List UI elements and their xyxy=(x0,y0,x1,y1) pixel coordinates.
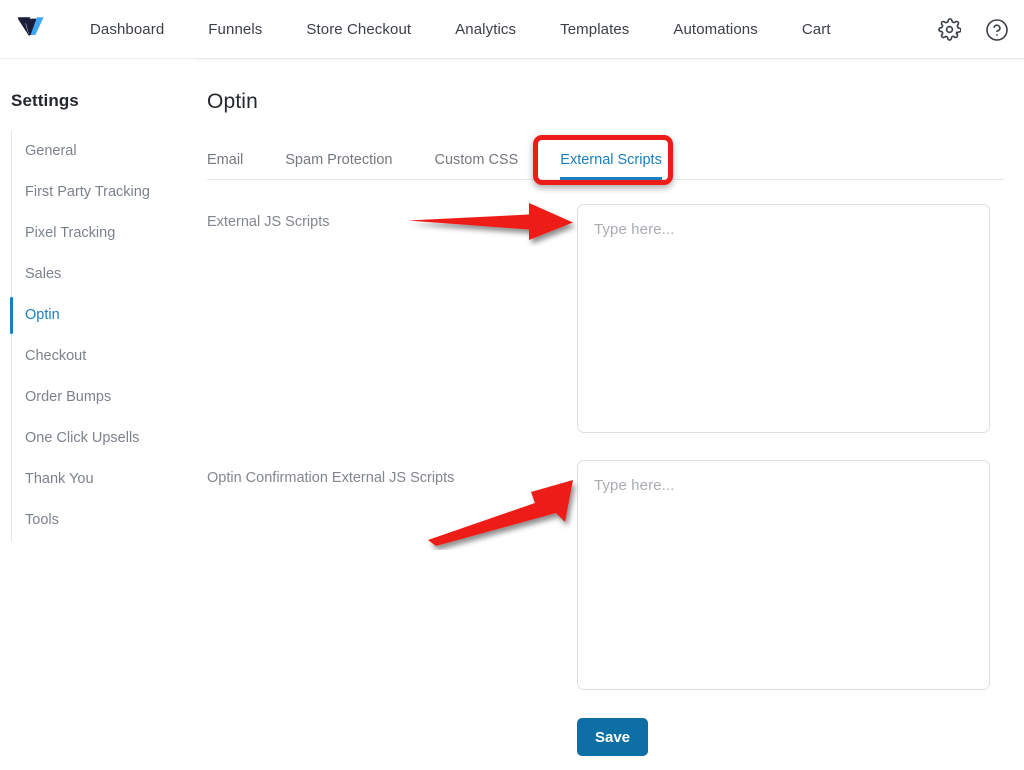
sidebar-item-label: Checkout xyxy=(25,348,86,364)
nav-item-cart[interactable]: Cart xyxy=(780,0,853,59)
sidebar-item-label: Sales xyxy=(25,266,61,282)
tab-external-scripts[interactable]: External Scripts xyxy=(560,152,662,179)
sidebar-item-general[interactable]: General xyxy=(12,131,196,172)
settings-tab-bar: Email Spam Protection Custom CSS Externa… xyxy=(207,142,1004,180)
save-button[interactable]: Save xyxy=(577,718,648,756)
optin-confirmation-external-js-scripts-textarea[interactable]: Type here... xyxy=(577,460,990,690)
sidebar-item-label: One Click Upsells xyxy=(25,430,139,446)
external-js-scripts-textarea[interactable]: Type here... xyxy=(577,204,990,433)
settings-sidebar: Settings General First Party Tracking Pi… xyxy=(0,59,196,770)
sidebar-item-pixel-tracking[interactable]: Pixel Tracking xyxy=(12,213,196,254)
sidebar-item-sales[interactable]: Sales xyxy=(12,254,196,295)
top-navigation-bar: Dashboard Funnels Store Checkout Analyti… xyxy=(0,0,1024,59)
nav-item-analytics[interactable]: Analytics xyxy=(433,0,538,59)
external-js-scripts-placeholder: Type here... xyxy=(578,205,989,238)
funnelkit-logo-icon[interactable] xyxy=(14,12,52,46)
sidebar-item-thank-you[interactable]: Thank You xyxy=(12,459,196,500)
page-title: Optin xyxy=(207,90,1024,114)
sidebar-item-checkout[interactable]: Checkout xyxy=(12,336,196,377)
sidebar-nav-list: General First Party Tracking Pixel Track… xyxy=(11,131,196,541)
sidebar-item-label: Pixel Tracking xyxy=(25,225,115,241)
nav-item-dashboard[interactable]: Dashboard xyxy=(68,0,186,59)
nav-item-automations[interactable]: Automations xyxy=(651,0,779,59)
optin-confirmation-external-js-scripts-placeholder: Type here... xyxy=(578,461,989,494)
tab-spam-protection[interactable]: Spam Protection xyxy=(285,152,392,179)
sidebar-item-label: Tools xyxy=(25,512,59,528)
sidebar-item-optin[interactable]: Optin xyxy=(12,295,196,336)
main-nav: Dashboard Funnels Store Checkout Analyti… xyxy=(68,0,853,59)
nav-item-store-checkout[interactable]: Store Checkout xyxy=(284,0,433,59)
tab-custom-css[interactable]: Custom CSS xyxy=(434,152,518,179)
gear-icon[interactable] xyxy=(936,17,962,43)
tab-email[interactable]: Email xyxy=(207,152,243,179)
sidebar-title: Settings xyxy=(11,91,196,111)
nav-item-templates[interactable]: Templates xyxy=(538,0,651,59)
nav-item-funnels[interactable]: Funnels xyxy=(186,0,284,59)
sidebar-item-label: Order Bumps xyxy=(25,389,111,405)
settings-content-panel: Optin Email Spam Protection Custom CSS E… xyxy=(196,59,1024,770)
sidebar-item-label: General xyxy=(25,143,77,159)
sidebar-item-label: Optin xyxy=(25,307,60,323)
field-label-external-js-scripts: External JS Scripts xyxy=(207,214,330,230)
sidebar-item-tools[interactable]: Tools xyxy=(12,500,196,541)
sidebar-item-label: First Party Tracking xyxy=(25,184,150,200)
sidebar-item-one-click-upsells[interactable]: One Click Upsells xyxy=(12,418,196,459)
top-bar-actions xyxy=(936,0,1010,59)
app-root: Dashboard Funnels Store Checkout Analyti… xyxy=(0,0,1024,770)
sidebar-item-label: Thank You xyxy=(25,471,94,487)
help-circle-icon[interactable] xyxy=(984,17,1010,43)
sidebar-item-first-party-tracking[interactable]: First Party Tracking xyxy=(12,172,196,213)
field-label-optin-confirmation-external-js-scripts: Optin Confirmation External JS Scripts xyxy=(207,470,454,486)
sidebar-item-order-bumps[interactable]: Order Bumps xyxy=(12,377,196,418)
